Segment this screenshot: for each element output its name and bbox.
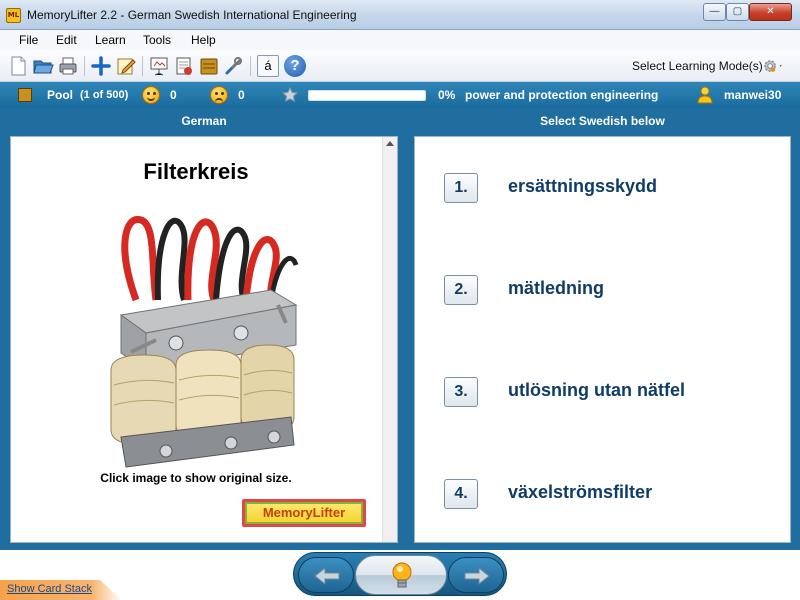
tools-icon[interactable]	[223, 55, 245, 77]
learning-mode-label[interactable]: Select Learning Mode(s)	[632, 59, 763, 73]
previous-button[interactable]	[298, 557, 354, 593]
card-view-icon[interactable]	[173, 55, 195, 77]
wrong-count: 0	[238, 88, 245, 102]
happy-face-icon	[142, 86, 160, 104]
pool-count: (1 of 500)	[80, 89, 129, 101]
progress-percent: 0%	[438, 88, 456, 102]
window-title: MemoryLifter 2.2 - German Swedish Intern…	[27, 8, 357, 22]
question-column-header: German	[181, 114, 227, 128]
status-bar: Pool (1 of 500) 0 0 0% power and protect…	[0, 82, 800, 108]
bottom-bar: Show Card Stack	[0, 550, 800, 600]
pool-box-icon	[18, 88, 32, 102]
title-bar: ML MemoryLifter 2.2 - German Swedish Int…	[0, 0, 800, 30]
image-caption: Click image to show original size.	[100, 471, 292, 485]
answer-text[interactable]: mätledning	[508, 278, 604, 299]
print-icon[interactable]	[57, 55, 79, 77]
answer-number-button[interactable]: 2.	[444, 275, 478, 305]
menu-tools[interactable]: Tools	[143, 33, 171, 47]
new-document-icon[interactable]	[7, 55, 29, 77]
pool-label: Pool	[47, 88, 73, 102]
progress-bar	[308, 90, 426, 101]
answer-number-button[interactable]: 3.	[444, 377, 478, 407]
maximize-button[interactable]: ▢	[726, 3, 749, 21]
menu-learn[interactable]: Learn	[95, 33, 126, 47]
question-panel: Filterkreis Click image to show original…	[10, 136, 398, 543]
sad-face-icon	[210, 86, 228, 104]
answer-text[interactable]: ersättningsskydd	[508, 176, 657, 197]
show-answer-button[interactable]	[355, 555, 447, 595]
answer-number-button[interactable]: 4.	[444, 479, 478, 509]
help-icon[interactable]: ?	[284, 55, 306, 77]
answer-text[interactable]: utlösning utan nätfel	[508, 380, 685, 401]
question-word: Filterkreis	[143, 159, 249, 184]
toolbar: á ? Select Learning Mode(s)	[0, 50, 800, 82]
arrow-left-icon	[314, 566, 340, 586]
learning-mode-gear-icon[interactable]	[762, 55, 792, 77]
menu-bar: File Edit Learn Tools Help	[0, 30, 800, 50]
card-area: German Select Swedish below Filterkreis	[0, 108, 800, 550]
answer-column-header: Select Swedish below	[540, 114, 665, 128]
username: manwei30	[724, 88, 782, 102]
answer-option-2[interactable]: 2. mätledning	[444, 273, 774, 307]
show-card-stack-link[interactable]: Show Card Stack	[7, 583, 92, 595]
category-name: power and protection engineering	[465, 88, 659, 102]
correct-count: 0	[170, 88, 177, 102]
answer-option-3[interactable]: 3. utlösning utan nätfel	[444, 375, 774, 409]
show-card-stack-tab[interactable]: Show Card Stack	[0, 580, 122, 600]
answer-option-4[interactable]: 4. växelströmsfilter	[444, 477, 774, 511]
edit-icon[interactable]	[115, 55, 137, 77]
slideshow-icon[interactable]	[148, 55, 170, 77]
arrow-right-icon	[464, 566, 490, 586]
answer-text[interactable]: växelströmsfilter	[508, 482, 652, 503]
lightbulb-icon	[392, 562, 412, 588]
open-folder-icon[interactable]	[32, 55, 54, 77]
star-icon	[282, 87, 298, 103]
memorylifter-logo: MemoryLifter	[242, 499, 366, 527]
menu-help[interactable]: Help	[191, 33, 216, 47]
accent-icon[interactable]: á	[257, 55, 279, 77]
navigation-frame	[293, 552, 507, 596]
user-icon	[697, 86, 713, 104]
menu-file[interactable]: File	[19, 33, 38, 47]
answer-option-1[interactable]: 1. ersättningsskydd	[444, 171, 774, 205]
answer-number-button[interactable]: 1.	[444, 173, 478, 203]
close-button[interactable]: ✕	[749, 3, 792, 21]
box-icon[interactable]	[198, 55, 220, 77]
answer-panel: 1. ersättningsskydd 2. mätledning 3. utl…	[414, 136, 791, 543]
menu-edit[interactable]: Edit	[56, 33, 77, 47]
question-scrollbar[interactable]	[382, 137, 397, 542]
next-button[interactable]	[448, 557, 504, 593]
add-icon[interactable]	[90, 55, 112, 77]
minimize-button[interactable]: —	[703, 3, 726, 21]
filter-coil-image[interactable]	[96, 205, 306, 475]
app-logo-icon: ML	[6, 8, 21, 23]
